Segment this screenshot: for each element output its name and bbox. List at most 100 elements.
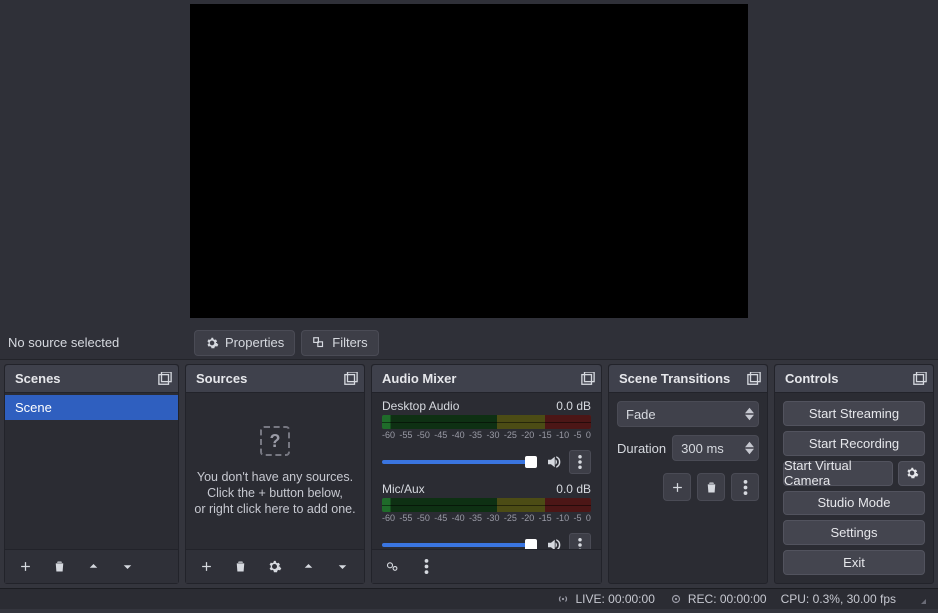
- gears-icon: [385, 559, 400, 574]
- dock-row: Scenes Scene Sources ? You don't have an…: [0, 360, 938, 588]
- scenes-dock: Scenes Scene: [4, 364, 179, 584]
- remove-source-button[interactable]: [226, 553, 254, 581]
- plus-icon: [18, 559, 33, 574]
- preview-canvas[interactable]: [190, 4, 748, 318]
- scenes-header[interactable]: Scenes: [5, 365, 178, 393]
- selected-source-status: No source selected: [8, 335, 188, 350]
- undock-icon[interactable]: [747, 372, 761, 386]
- sources-list[interactable]: ? You don't have any sources. Click the …: [186, 393, 364, 549]
- mixer-menu-button[interactable]: [412, 553, 440, 581]
- scenes-footer: [5, 549, 178, 583]
- duration-spinbox[interactable]: 300 ms: [672, 435, 759, 461]
- spinner-up-icon[interactable]: [745, 441, 754, 448]
- kebab-icon: [578, 538, 582, 549]
- undock-icon[interactable]: [344, 372, 358, 386]
- controls-body: Start Streaming Start Recording Start Vi…: [775, 393, 933, 583]
- virtual-camera-settings-button[interactable]: [898, 461, 925, 486]
- filters-button[interactable]: Filters: [301, 330, 378, 356]
- broadcast-icon: [556, 592, 570, 606]
- preview-area: [0, 0, 938, 326]
- status-rec: REC: 00:00:00: [669, 592, 767, 606]
- chevron-up-icon[interactable]: [745, 407, 754, 414]
- resize-grip[interactable]: [916, 594, 926, 604]
- transition-select[interactable]: Fade: [617, 401, 759, 427]
- properties-button[interactable]: Properties: [194, 330, 295, 356]
- source-move-up-button[interactable]: [294, 553, 322, 581]
- add-source-button[interactable]: [192, 553, 220, 581]
- transitions-title: Scene Transitions: [619, 371, 730, 386]
- controls-dock: Controls Start Streaming Start Recording…: [774, 364, 934, 584]
- settings-button[interactable]: Settings: [783, 520, 925, 545]
- advanced-audio-button[interactable]: [378, 553, 406, 581]
- mixer-header[interactable]: Audio Mixer: [372, 365, 601, 393]
- properties-button-label: Properties: [225, 335, 284, 350]
- transitions-body: Fade Duration 300 ms: [609, 393, 767, 583]
- controls-title: Controls: [785, 371, 838, 386]
- transition-selected-label: Fade: [626, 407, 656, 422]
- status-cpu-fps: CPU: 0.3%, 30.00 fps: [781, 592, 896, 606]
- duration-label: Duration: [617, 441, 666, 456]
- channel-menu-button[interactable]: [569, 533, 591, 549]
- transitions-header[interactable]: Scene Transitions: [609, 365, 767, 393]
- undock-icon[interactable]: [913, 372, 927, 386]
- mixer-body: Desktop Audio 0.0 dB -60-55-50-45-40-35-…: [372, 393, 601, 549]
- kebab-icon: [738, 480, 753, 495]
- gear-icon: [905, 466, 919, 480]
- add-scene-button[interactable]: [11, 553, 39, 581]
- remove-scene-button[interactable]: [45, 553, 73, 581]
- chevron-up-icon: [301, 559, 316, 574]
- filters-button-label: Filters: [332, 335, 367, 350]
- chevron-down-icon: [120, 559, 135, 574]
- mixer-footer: [372, 549, 601, 583]
- start-virtual-camera-button[interactable]: Start Virtual Camera: [783, 461, 893, 486]
- add-transition-button[interactable]: [663, 473, 691, 501]
- audio-channel-name: Desktop Audio: [382, 399, 459, 413]
- sources-header[interactable]: Sources: [186, 365, 364, 393]
- gear-icon: [205, 336, 219, 350]
- mute-button[interactable]: [545, 453, 563, 471]
- source-move-down-button[interactable]: [328, 553, 356, 581]
- trash-icon: [233, 559, 248, 574]
- studio-mode-button[interactable]: Studio Mode: [783, 491, 925, 516]
- audio-channel: Mic/Aux 0.0 dB -60-55-50-45-40-35-30-25-…: [372, 476, 601, 549]
- channel-menu-button[interactable]: [569, 450, 591, 474]
- volume-slider[interactable]: [382, 543, 537, 547]
- plus-icon: [199, 559, 214, 574]
- scene-item[interactable]: Scene: [5, 395, 178, 420]
- trash-icon: [52, 559, 67, 574]
- scene-move-up-button[interactable]: [79, 553, 107, 581]
- kebab-icon: [419, 559, 434, 574]
- duration-value: 300 ms: [681, 441, 724, 456]
- scene-move-down-button[interactable]: [113, 553, 141, 581]
- remove-transition-button[interactable]: [697, 473, 725, 501]
- source-toolbar: No source selected Properties Filters: [0, 326, 938, 360]
- scenes-list[interactable]: Scene: [5, 393, 178, 549]
- sources-title: Sources: [196, 371, 247, 386]
- controls-header[interactable]: Controls: [775, 365, 933, 393]
- transition-menu-button[interactable]: [731, 473, 759, 501]
- record-icon: [669, 592, 683, 606]
- chevron-up-icon: [86, 559, 101, 574]
- plus-icon: [670, 480, 685, 495]
- gear-icon: [267, 559, 282, 574]
- exit-button[interactable]: Exit: [783, 550, 925, 575]
- start-recording-button[interactable]: Start Recording: [783, 431, 925, 456]
- sources-empty-line3: or right click here to add one.: [194, 502, 355, 516]
- kebab-icon: [578, 455, 582, 469]
- sources-empty-line1: You don't have any sources.: [197, 470, 353, 484]
- source-properties-button[interactable]: [260, 553, 288, 581]
- status-live: LIVE: 00:00:00: [556, 592, 654, 606]
- volume-slider[interactable]: [382, 460, 537, 464]
- spinner-down-icon[interactable]: [745, 448, 754, 455]
- audio-mixer-dock: Audio Mixer Desktop Audio 0.0 dB -60-55-…: [371, 364, 602, 584]
- audio-channel: Desktop Audio 0.0 dB -60-55-50-45-40-35-…: [372, 393, 601, 476]
- start-streaming-button[interactable]: Start Streaming: [783, 401, 925, 426]
- chevron-down-icon[interactable]: [745, 414, 754, 421]
- question-icon: ?: [260, 426, 290, 456]
- meter-ticks: -60-55-50-45-40-35-30-25-20-15-10-50: [382, 513, 591, 523]
- mute-button[interactable]: [545, 536, 563, 549]
- undock-icon[interactable]: [581, 372, 595, 386]
- sources-empty-line2: Click the + button below,: [207, 486, 343, 500]
- filters-icon: [312, 336, 326, 350]
- undock-icon[interactable]: [158, 372, 172, 386]
